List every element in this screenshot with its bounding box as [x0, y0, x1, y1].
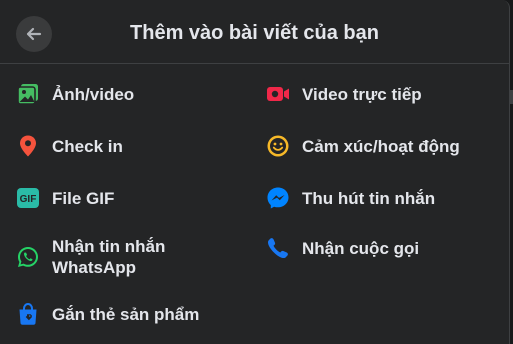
option-label: Nhận tin nhắn WhatsApp	[52, 237, 166, 277]
option-label: Cảm xúc/hoạt động	[302, 136, 460, 156]
add-to-post-panel: Thêm vào bài viết của bạn Ảnh/video Vide…	[0, 0, 510, 344]
option-live-video[interactable]: Video trực tiếp	[266, 82, 422, 106]
phone-icon	[266, 236, 290, 260]
option-label: Nhận cuộc gọi	[302, 238, 420, 258]
option-label: Check in	[52, 136, 123, 156]
option-gif[interactable]: GIF File GIF	[16, 186, 114, 210]
smiley-icon	[266, 134, 290, 158]
svg-text:GIF: GIF	[20, 194, 37, 205]
option-whatsapp[interactable]: Nhận tin nhắn WhatsApp	[16, 236, 165, 278]
shopping-bag-icon	[16, 302, 40, 326]
panel-header: Thêm vào bài viết của bạn	[0, 0, 509, 64]
option-photo-video[interactable]: Ảnh/video	[16, 82, 134, 106]
photo-video-icon	[16, 82, 40, 106]
location-pin-icon	[16, 134, 40, 158]
option-label: Thu hút tin nhắn	[302, 188, 436, 208]
option-get-messages[interactable]: Thu hút tin nhắn	[266, 186, 435, 210]
option-feeling-activity[interactable]: Cảm xúc/hoạt động	[266, 134, 460, 158]
option-check-in[interactable]: Check in	[16, 134, 123, 158]
option-label: Gắn thẻ sản phẩm	[52, 304, 200, 324]
option-get-calls[interactable]: Nhận cuộc gọi	[266, 236, 419, 260]
option-label: Ảnh/video	[52, 84, 135, 104]
panel-title: Thêm vào bài viết của bạn	[130, 22, 379, 44]
messenger-icon	[266, 186, 290, 210]
option-label: File GIF	[52, 188, 115, 208]
option-tag-products[interactable]: Gắn thẻ sản phẩm	[16, 302, 199, 326]
option-label: Video trực tiếp	[302, 84, 422, 104]
whatsapp-icon	[16, 245, 40, 269]
live-video-icon	[266, 82, 290, 106]
gif-icon: GIF	[16, 186, 40, 210]
